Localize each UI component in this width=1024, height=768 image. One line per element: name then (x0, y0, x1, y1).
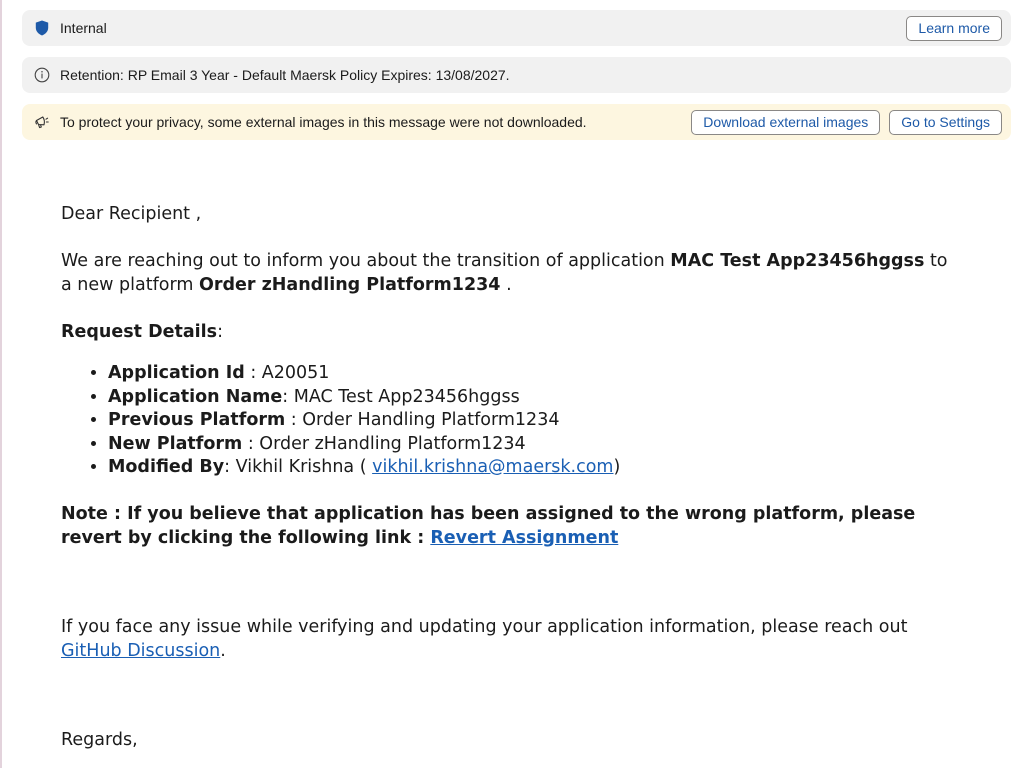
sensitivity-banner: Internal Learn more (22, 10, 1011, 46)
retention-text: Retention: RP Email 3 Year - Default Mae… (60, 67, 510, 83)
platform-highlight: Order zHandling Platform1234 (198, 274, 501, 295)
issue-text: If you face any issue while verifying an… (61, 617, 908, 637)
list-item-application-id: Application Id : A20051 (108, 362, 961, 386)
issue-end: . (220, 640, 226, 661)
email-body: Dear Recipient , We are reaching out to … (61, 203, 961, 753)
download-external-images-button[interactable]: Download external images (691, 109, 881, 135)
speaker-icon (34, 114, 50, 130)
privacy-banner: To protect your privacy, some external i… (22, 104, 1011, 140)
detail-value: : A20051 (244, 363, 330, 383)
revert-assignment-link[interactable]: Revert Assignment (430, 528, 618, 548)
info-icon (34, 67, 50, 83)
issue-paragraph: If you face any issue while verifying an… (61, 616, 961, 663)
details-list: Application Id : A20051 Application Name… (61, 362, 961, 480)
note-paragraph: Note : If you believe that application h… (61, 503, 961, 550)
detail-label: New Platform (108, 433, 243, 454)
greeting: Dear Recipient , (61, 204, 202, 224)
email-link[interactable]: vikhil.krishna@maersk.com (372, 457, 613, 477)
app-name-highlight: MAC Test App23456hggss (670, 251, 925, 271)
detail-value-close: ) (613, 457, 621, 477)
shield-icon (34, 20, 50, 36)
left-border (0, 0, 2, 768)
privacy-text: To protect your privacy, some external i… (60, 114, 587, 130)
request-details-colon: : (217, 321, 223, 342)
list-item-modified-by: Modified By: Vikhil Krishna ( vikhil.kri… (108, 456, 961, 480)
list-item-previous-platform: Previous Platform : Order Handling Platf… (108, 409, 961, 433)
intro-paragraph: We are reaching out to inform you about … (61, 250, 961, 297)
detail-value: : Order zHandling Platform1234 (242, 433, 526, 454)
sensitivity-label: Internal (60, 20, 107, 36)
go-to-settings-button[interactable]: Go to Settings (889, 109, 1002, 135)
detail-label: Application Id (108, 363, 245, 383)
request-details-label: Request Details (61, 321, 218, 342)
detail-label: Application Name (108, 386, 283, 407)
intro-text: We are reaching out to inform you about … (61, 251, 671, 271)
learn-more-button[interactable]: Learn more (906, 15, 1002, 41)
detail-value: : MAC Test App23456hggss (282, 386, 520, 407)
detail-value: : Vikhil Krishna ( (224, 457, 373, 477)
request-details-heading: Request Details: (61, 321, 961, 345)
detail-value: : Order Handling Platform1234 (285, 410, 560, 430)
retention-banner: Retention: RP Email 3 Year - Default Mae… (22, 57, 1011, 93)
github-discussion-link[interactable]: GitHub Discussion (61, 641, 220, 661)
list-item-application-name: Application Name: MAC Test App23456hggss (108, 386, 961, 410)
regards: Regards, (61, 730, 138, 750)
detail-label: Modified By (108, 457, 225, 477)
detail-label: Previous Platform (108, 410, 286, 430)
list-item-new-platform: New Platform : Order zHandling Platform1… (108, 433, 961, 457)
intro-text-3: . (500, 274, 512, 295)
